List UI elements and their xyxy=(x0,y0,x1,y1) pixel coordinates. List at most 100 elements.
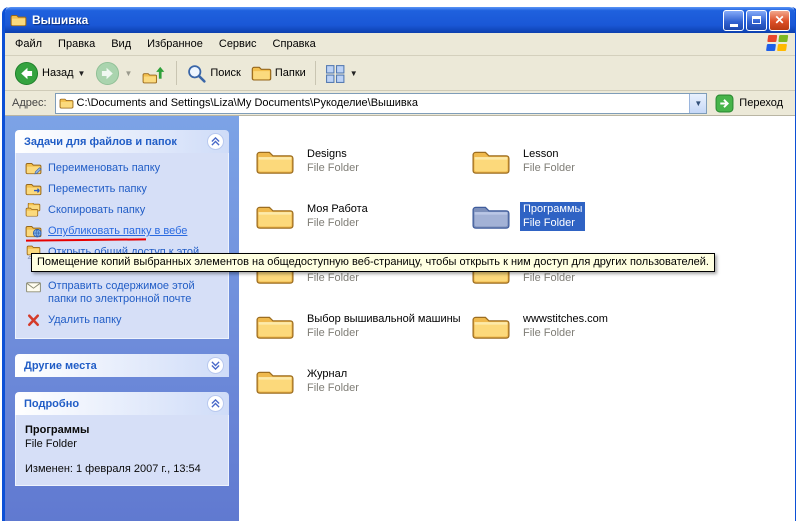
go-label: Переход xyxy=(739,97,783,109)
folder-type: File Folder xyxy=(304,382,362,396)
task-move-folder[interactable]: Переместить папку xyxy=(25,183,222,197)
folder-name: Designs xyxy=(304,147,362,162)
task-label[interactable]: Отправить содержимое этой папки по элект… xyxy=(48,280,222,306)
minimize-icon xyxy=(730,24,738,27)
search-button[interactable]: Поиск xyxy=(181,61,245,86)
folder-tile[interactable]: Lesson File Folder xyxy=(471,134,679,189)
folder-tile[interactable]: Моя Работа File Folder xyxy=(255,189,463,244)
folder-icon xyxy=(255,366,295,398)
folder-icon xyxy=(471,311,511,343)
task-label[interactable]: Скопировать папку xyxy=(48,204,145,217)
folder-type: File Folder xyxy=(304,272,470,286)
address-combobox[interactable]: ▼ xyxy=(55,93,708,114)
maximize-button[interactable] xyxy=(746,10,767,31)
task-copy-folder[interactable]: Скопировать папку xyxy=(25,204,222,218)
menu-edit[interactable]: Правка xyxy=(50,34,103,54)
search-icon xyxy=(186,63,207,84)
folder-type: File Folder xyxy=(520,327,611,341)
forward-button[interactable]: ▼ xyxy=(90,59,137,88)
annotation-underline xyxy=(26,238,146,241)
folder-name: Журнал xyxy=(304,367,362,382)
collapse-chevron-icon[interactable] xyxy=(207,133,224,150)
search-label: Поиск xyxy=(210,67,240,79)
task-publish-folder[interactable]: Опубликовать папку в вебе xyxy=(25,225,222,239)
back-dropdown-icon[interactable]: ▼ xyxy=(78,69,86,78)
folder-tile[interactable]: Выбор вышивальной машины File Folder xyxy=(255,299,463,354)
window-titlebar[interactable]: Вышивка ✕ xyxy=(5,7,795,33)
back-button[interactable]: Назад ▼ xyxy=(9,59,90,88)
task-label[interactable]: Переименовать папку xyxy=(48,162,160,175)
address-input[interactable] xyxy=(74,97,690,109)
file-folder-tasks-section: Задачи для файлов и папок Переименовать … xyxy=(15,130,229,339)
details-item-name: Программы xyxy=(25,424,222,436)
folders-label: Папки xyxy=(275,67,306,79)
folder-type: File Folder xyxy=(304,162,362,176)
other-places-header[interactable]: Другие места xyxy=(15,354,229,377)
details-item-modified: Изменен: 1 февраля 2007 г., 13:54 xyxy=(25,463,222,475)
menu-tools[interactable]: Сервис xyxy=(211,34,265,54)
folder-tile[interactable]: wwwstitches.com File Folder xyxy=(471,299,679,354)
task-label[interactable]: Удалить папку xyxy=(48,314,122,327)
toolbar-separator xyxy=(315,61,316,85)
tooltip: Помещение копий выбранных элементов на о… xyxy=(31,253,715,272)
toolbar: Назад ▼ ▼ xyxy=(5,56,795,91)
folder-tile[interactable]: Журнал File Folder xyxy=(255,354,463,409)
task-rename-folder[interactable]: Переименовать папку xyxy=(25,162,222,176)
folders-button[interactable]: Папки xyxy=(246,61,311,86)
other-places-section: Другие места xyxy=(15,354,229,377)
copy-folder-icon xyxy=(25,203,42,218)
folder-type: File Folder xyxy=(520,217,585,231)
move-folder-icon xyxy=(25,182,42,197)
folder-window-icon xyxy=(10,13,27,28)
address-dropdown-icon[interactable]: ▼ xyxy=(689,94,706,113)
folders-icon xyxy=(251,63,272,84)
details-body: Программы File Folder Изменен: 1 февраля… xyxy=(15,415,229,486)
close-button[interactable]: ✕ xyxy=(769,10,790,31)
folder-tile[interactable]: Designs File Folder xyxy=(255,134,463,189)
task-label[interactable]: Опубликовать папку в вебе xyxy=(48,225,187,238)
file-folder-tasks-header[interactable]: Задачи для файлов и папок xyxy=(15,130,229,153)
task-label[interactable]: Переместить папку xyxy=(48,183,147,196)
folder-view: Designs File Folder Lesson File Folder М… xyxy=(239,116,795,521)
folder-name: Моя Работа xyxy=(304,202,371,217)
up-button[interactable] xyxy=(137,59,172,88)
address-bar: Адрес: ▼ Переход xyxy=(5,91,795,116)
section-title: Задачи для файлов и папок xyxy=(24,136,177,148)
menu-bar: Файл Правка Вид Избранное Сервис Справка xyxy=(5,33,795,56)
collapse-chevron-icon[interactable] xyxy=(207,395,224,412)
menu-help[interactable]: Справка xyxy=(265,34,324,54)
folder-name: Выбор вышивальной машины xyxy=(304,312,464,327)
email-envelope-icon xyxy=(25,279,42,294)
section-title: Другие места xyxy=(24,360,97,372)
menu-file[interactable]: Файл xyxy=(7,34,50,54)
go-button[interactable]: Переход xyxy=(707,94,791,113)
maximize-icon xyxy=(752,16,761,24)
go-arrow-icon xyxy=(715,94,734,113)
folder-name: Программы xyxy=(520,202,585,217)
views-grid-icon xyxy=(325,63,346,84)
views-dropdown-icon[interactable]: ▼ xyxy=(350,69,358,78)
folder-icon xyxy=(255,201,295,233)
folder-icon xyxy=(471,201,511,233)
publish-web-icon xyxy=(25,224,42,239)
minimize-button[interactable] xyxy=(723,10,744,31)
folder-name: wwwstitches.com xyxy=(520,312,611,327)
toolbar-separator xyxy=(176,61,177,85)
folder-icon xyxy=(255,311,295,343)
views-button[interactable]: ▼ xyxy=(320,61,363,86)
folder-icon xyxy=(255,146,295,178)
window-title: Вышивка xyxy=(32,13,721,27)
menu-view[interactable]: Вид xyxy=(103,34,139,54)
expand-chevron-icon[interactable] xyxy=(207,357,224,374)
folder-type: File Folder xyxy=(304,327,464,341)
forward-dropdown-icon[interactable]: ▼ xyxy=(124,69,132,78)
section-title: Подробно xyxy=(24,398,79,410)
file-folder-tasks-body: Переименовать папку Переместить папку xyxy=(15,153,229,339)
task-email-folder[interactable]: Отправить содержимое этой папки по элект… xyxy=(25,280,222,307)
back-arrow-icon xyxy=(14,61,39,86)
menu-favorites[interactable]: Избранное xyxy=(139,34,211,54)
task-delete-folder[interactable]: Удалить папку xyxy=(25,314,222,328)
details-header[interactable]: Подробно xyxy=(15,392,229,415)
details-item-type: File Folder xyxy=(25,438,222,450)
folder-tile-selected[interactable]: Программы File Folder xyxy=(471,189,679,244)
